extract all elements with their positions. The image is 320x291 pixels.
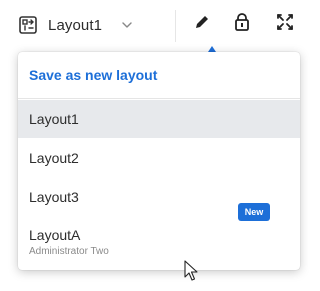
new-badge: New [238,203,270,221]
mouse-pointer-icon [184,260,198,281]
menu-divider [18,98,300,99]
menu-item-label: Layout2 [29,149,79,166]
fit-to-screen-button[interactable] [273,12,297,36]
pencil-icon [193,13,211,36]
layout-dropdown-menu: Save as new layout Layout1 Layout2 Layou… [18,52,300,270]
fit-to-screen-icon [275,12,295,37]
menu-item-label: Layout3 [29,189,79,205]
save-as-new-layout-item[interactable]: Save as new layout [18,52,300,98]
menu-item-label: Layout1 [29,111,79,127]
menu-item-layout1[interactable]: Layout1 [18,100,300,138]
layout-picker-button[interactable]: Layout1 [18,10,134,40]
edit-layout-button[interactable] [190,12,214,36]
menu-item-label: LayoutA [29,227,81,243]
toolbar: Layout1 [0,0,303,52]
chevron-down-icon [120,18,134,32]
menu-item-owner: Administrator Two [29,246,109,257]
layout-icon [18,15,38,35]
current-layout-label: Layout1 [48,16,103,34]
lock-layout-button[interactable] [230,12,254,36]
menu-item-layout2[interactable]: Layout2 [18,138,300,177]
menu-item-layouta[interactable]: LayoutA Administrator Two [18,217,300,267]
toolbar-divider [175,10,176,42]
lock-icon [233,12,251,37]
